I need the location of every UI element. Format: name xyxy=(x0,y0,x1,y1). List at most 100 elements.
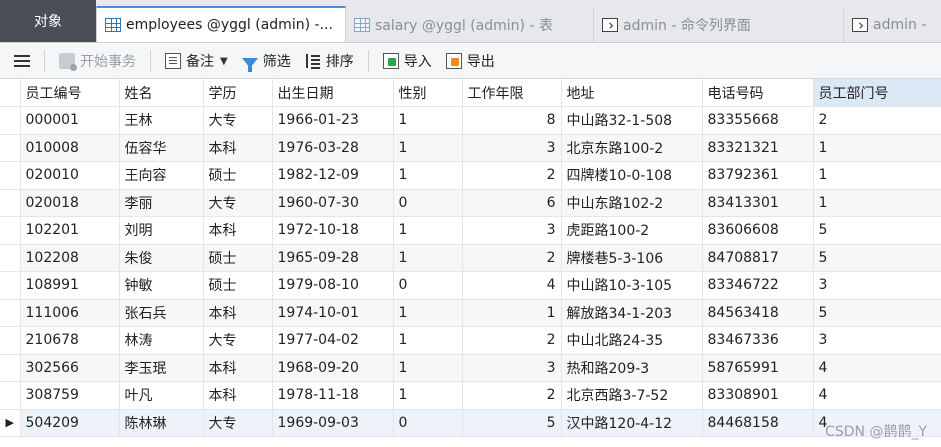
row-indicator[interactable] xyxy=(0,354,21,382)
table-cell[interactable]: 102201 xyxy=(20,216,120,245)
table-row[interactable]: 111006 张石兵 本科 1974-10-01 1 1 解放路34-1-203 845634… xyxy=(0,299,941,327)
table-cell[interactable]: 大专 xyxy=(203,326,273,355)
table-cell[interactable]: 2 xyxy=(462,381,562,410)
table-cell[interactable]: 5 xyxy=(813,216,941,245)
table-cell[interactable]: 83308901 xyxy=(702,381,814,410)
table-cell[interactable]: 叶凡 xyxy=(119,381,204,410)
table-cell[interactable]: 1 xyxy=(813,161,941,190)
table-row[interactable]: 102208 朱俊 硕士 1965-09-28 1 2 牌楼巷5-3-106 84708817… xyxy=(0,244,941,272)
column-header[interactable]: 出生日期 xyxy=(272,79,394,107)
export-button[interactable]: 导出 xyxy=(445,51,495,71)
table-cell[interactable]: 6 xyxy=(462,189,562,217)
table-cell[interactable]: 83792361 xyxy=(702,161,814,190)
table-cell[interactable]: 1 xyxy=(393,299,463,327)
table-row[interactable]: 102201 刘明 本科 1972-10-18 1 3 虎距路100-2 83606608 5 xyxy=(0,216,941,245)
table-cell[interactable]: 1 xyxy=(393,354,463,382)
column-header[interactable]: 学历 xyxy=(203,79,273,107)
table-cell[interactable]: 中山东路102-2 xyxy=(561,189,703,217)
table-cell[interactable]: 本科 xyxy=(203,134,273,162)
table-row[interactable]: 210678 林涛 大专 1977-04-02 1 2 中山北路24-35 83467336 3 xyxy=(0,326,941,355)
table-cell[interactable]: 北京东路100-2 xyxy=(561,134,703,162)
table-cell[interactable]: 1960-07-30 xyxy=(272,189,394,217)
table-cell[interactable]: 大专 xyxy=(203,189,273,217)
table-cell[interactable]: 108991 xyxy=(20,271,120,300)
table-cell[interactable]: 1966-01-23 xyxy=(272,106,394,135)
table-cell[interactable]: 热和路209-3 xyxy=(561,354,703,382)
row-indicator[interactable] xyxy=(0,244,21,272)
row-indicator[interactable]: ▶ xyxy=(0,409,21,437)
row-indicator[interactable] xyxy=(0,299,21,327)
table-cell[interactable]: 硕士 xyxy=(203,161,273,190)
table-cell[interactable]: 1 xyxy=(813,134,941,162)
table-cell[interactable]: 83355668 xyxy=(702,106,814,135)
memo-button[interactable]: 备注 ▼ xyxy=(165,51,228,71)
table-cell[interactable]: 1 xyxy=(393,134,463,162)
tab-employees[interactable]: employees @yggl (admin) -... xyxy=(96,6,346,42)
table-cell[interactable]: 本科 xyxy=(203,299,273,327)
table-cell[interactable]: 5 xyxy=(462,409,562,437)
table-cell[interactable]: 王向容 xyxy=(119,161,204,190)
chevron-down-icon[interactable]: ▼ xyxy=(220,56,228,67)
table-cell[interactable]: 中山路32-1-508 xyxy=(561,106,703,135)
table-cell[interactable]: 504209 xyxy=(20,409,120,437)
table-cell[interactable]: 000001 xyxy=(20,106,120,135)
table-cell[interactable]: 1977-04-02 xyxy=(272,326,394,355)
table-cell[interactable]: 李玉珉 xyxy=(119,354,204,382)
table-row[interactable]: 108991 钟敏 硕士 1979-08-10 0 4 中山路10-3-105 8334672… xyxy=(0,271,941,300)
table-cell[interactable]: 84708817 xyxy=(702,244,814,272)
table-cell[interactable]: 1978-11-18 xyxy=(272,381,394,410)
table-cell[interactable]: 0 xyxy=(393,189,463,217)
column-header[interactable]: 地址 xyxy=(561,79,703,107)
table-cell[interactable]: 1 xyxy=(462,299,562,327)
table-cell[interactable]: 302566 xyxy=(20,354,120,382)
table-cell[interactable]: 本科 xyxy=(203,216,273,245)
row-indicator[interactable] xyxy=(0,161,21,190)
table-cell[interactable]: 010008 xyxy=(20,134,120,162)
table-cell[interactable]: 中山路10-3-105 xyxy=(561,271,703,300)
table-cell[interactable]: 1972-10-18 xyxy=(272,216,394,245)
table-cell[interactable]: 林涛 xyxy=(119,326,204,355)
table-cell[interactable]: 2 xyxy=(462,326,562,355)
table-cell[interactable]: 本科 xyxy=(203,381,273,410)
table-cell[interactable]: 虎距路100-2 xyxy=(561,216,703,245)
table-cell[interactable]: 4 xyxy=(462,271,562,300)
column-header[interactable]: 姓名 xyxy=(119,79,204,107)
table-cell[interactable]: 83321321 xyxy=(702,134,814,162)
table-row[interactable]: 020018 李丽 大专 1960-07-30 0 6 中山东路102-2 83413301 1 xyxy=(0,189,941,217)
table-cell[interactable]: 伍容华 xyxy=(119,134,204,162)
table-cell[interactable]: 北京西路3-7-52 xyxy=(561,381,703,410)
tab-objects[interactable]: 对象 xyxy=(0,0,96,42)
row-indicator[interactable] xyxy=(0,326,21,355)
table-cell[interactable]: 308759 xyxy=(20,381,120,410)
table-row[interactable]: 302566 李玉珉 本科 1968-09-20 1 3 热和路209-3 58765991 4 xyxy=(0,354,941,382)
table-cell[interactable]: 王林 xyxy=(119,106,204,135)
table-cell[interactable]: 83467336 xyxy=(702,326,814,355)
table-cell[interactable]: 0 xyxy=(393,271,463,300)
table-cell[interactable]: 3 xyxy=(462,216,562,245)
sort-button[interactable]: 排序 xyxy=(305,51,354,71)
row-indicator[interactable] xyxy=(0,134,21,162)
table-cell[interactable]: 汉中路120-4-12 xyxy=(561,409,703,437)
table-cell[interactable]: 张石兵 xyxy=(119,299,204,327)
table-cell[interactable]: 1968-09-20 xyxy=(272,354,394,382)
table-cell[interactable]: 朱俊 xyxy=(119,244,204,272)
table-cell[interactable]: 钟敏 xyxy=(119,271,204,300)
table-cell[interactable]: 58765991 xyxy=(702,354,814,382)
table-cell[interactable]: 84563418 xyxy=(702,299,814,327)
table-cell[interactable]: 1982-12-09 xyxy=(272,161,394,190)
table-cell[interactable]: 3 xyxy=(462,354,562,382)
table-cell[interactable]: 1976-03-28 xyxy=(272,134,394,162)
table-cell[interactable]: 硕士 xyxy=(203,271,273,300)
row-indicator[interactable] xyxy=(0,189,21,217)
import-button[interactable]: 导入 xyxy=(382,51,432,71)
row-indicator[interactable] xyxy=(0,106,21,135)
column-header[interactable]: 员工编号 xyxy=(20,79,120,107)
table-cell[interactable]: 1 xyxy=(393,381,463,410)
tab-admin-console-2[interactable]: admin - xyxy=(844,8,941,42)
table-cell[interactable]: 1 xyxy=(393,244,463,272)
table-row[interactable]: 020010 王向容 硕士 1982-12-09 1 2 四牌楼10-0-108 837923… xyxy=(0,161,941,190)
row-indicator[interactable] xyxy=(0,216,21,245)
table-cell[interactable]: 8 xyxy=(462,106,562,135)
table-cell[interactable]: 3 xyxy=(813,271,941,300)
table-cell[interactable]: 0 xyxy=(393,409,463,437)
